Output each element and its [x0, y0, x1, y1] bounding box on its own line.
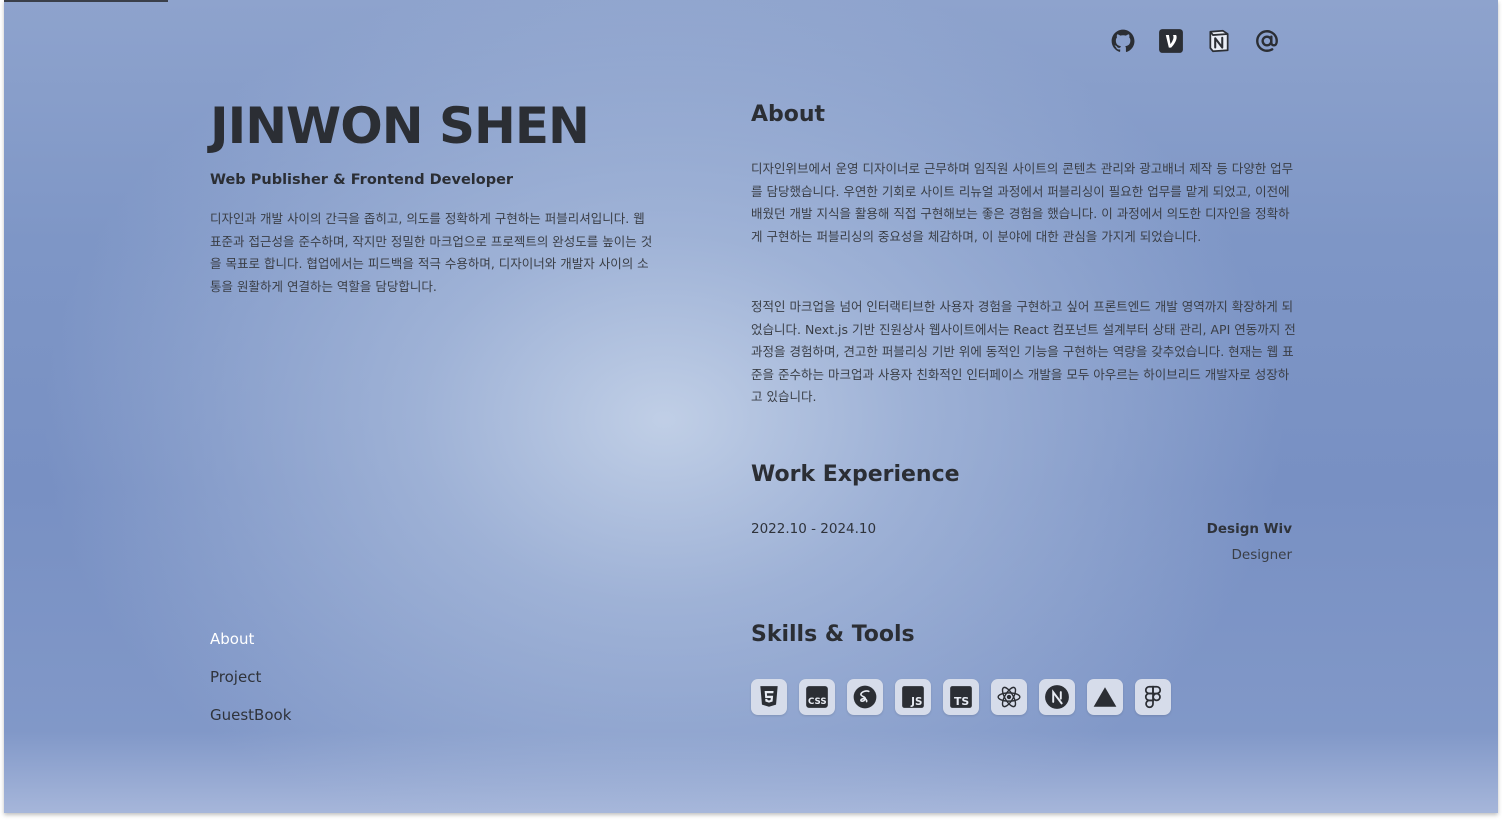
skills-list: CSS JS TS — [751, 679, 1171, 715]
portfolio-page: JINWON SHEN Web Publisher & Frontend Dev… — [4, 0, 1498, 813]
about-title: About — [751, 102, 826, 127]
work-company: Design Wiv — [1206, 521, 1292, 537]
about-paragraph-2: 정적인 마크업을 넘어 인터랙티브한 사용자 경험을 구현하고 싶어 프론트엔드… — [751, 299, 1296, 404]
notion-icon[interactable] — [1206, 28, 1232, 54]
profile-role: Web Publisher & Frontend Developer — [210, 172, 514, 188]
nextjs-icon — [1039, 679, 1075, 715]
work-period: 2022.10 - 2024.10 — [751, 521, 877, 537]
javascript-icon: JS — [895, 679, 931, 715]
skills-title: Skills & Tools — [751, 622, 915, 647]
work-experience-title: Work Experience — [751, 462, 960, 487]
github-icon[interactable] — [1110, 28, 1136, 54]
sass-icon — [847, 679, 883, 715]
nav-item-guestbook[interactable]: GuestBook — [210, 704, 291, 726]
svg-text:JS: JS — [910, 696, 922, 708]
about-paragraph-1: 디자인위브에서 운영 디자이너로 근무하며 임직원 사이트의 콘텐츠 관리와 광… — [751, 161, 1294, 244]
html5-icon — [751, 679, 787, 715]
nav-item-project[interactable]: Project — [210, 666, 291, 688]
social-links — [1110, 28, 1280, 54]
section-nav: About Project GuestBook — [210, 628, 291, 726]
profile-name: JINWON SHEN — [210, 97, 590, 155]
figma-icon — [1135, 679, 1171, 715]
velog-icon[interactable] — [1158, 28, 1184, 54]
work-role: Designer — [1231, 547, 1292, 563]
nav-item-about[interactable]: About — [210, 628, 291, 650]
react-icon — [991, 679, 1027, 715]
profile-intro: 디자인과 개발 사이의 간극을 좁히고, 의도를 정확하게 구현하는 퍼블리셔입… — [210, 211, 653, 294]
svg-text:TS: TS — [954, 695, 969, 708]
svg-text:CSS: CSS — [808, 697, 827, 707]
typescript-icon: TS — [943, 679, 979, 715]
vercel-icon — [1087, 679, 1123, 715]
css3-icon: CSS — [799, 679, 835, 715]
top-strip — [4, 0, 168, 2]
email-icon[interactable] — [1254, 28, 1280, 54]
